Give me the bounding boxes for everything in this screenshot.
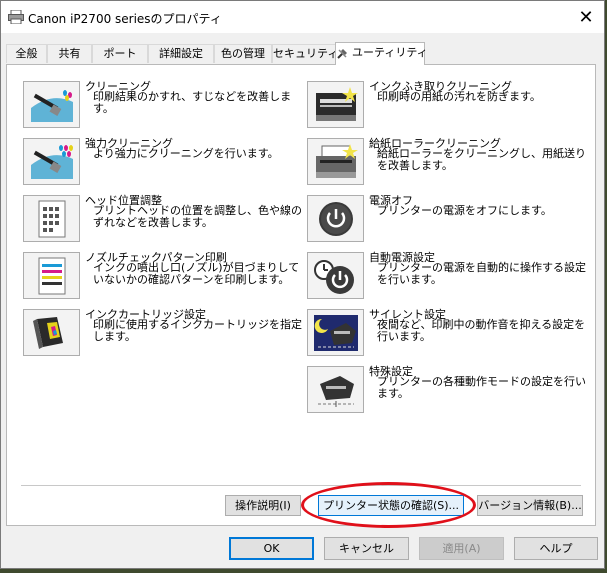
utility-description: インクの噴出し口(ノズル)が目づまりしていないかの確認パターンを印刷します。 bbox=[93, 261, 300, 286]
tools-icon bbox=[337, 48, 347, 59]
tab-security[interactable]: セキュリティ bbox=[272, 44, 338, 63]
print-head-alignment-icon bbox=[38, 200, 65, 237]
utility-description: プリンターの各種動作モードの設定を行います。 bbox=[377, 375, 586, 400]
separator-line bbox=[21, 485, 581, 486]
tab-advanced[interactable]: 詳細設定 bbox=[148, 44, 214, 63]
tab-ports[interactable]: ポート bbox=[92, 44, 148, 63]
ink-cartridge-icon bbox=[32, 316, 63, 349]
ink-cartridge-button[interactable] bbox=[23, 309, 80, 356]
nozzle-check-pattern-icon bbox=[38, 257, 65, 294]
custom-settings-button[interactable] bbox=[307, 366, 364, 413]
nozzle-check-button[interactable] bbox=[23, 252, 80, 299]
tab-color-management[interactable]: 色の管理 bbox=[214, 44, 272, 63]
utility-description: より強力にクリーニングを行います。 bbox=[93, 147, 279, 160]
cleaning-button[interactable] bbox=[23, 81, 80, 128]
utility-description: プリンターの電源を自動的に操作する設定を行います。 bbox=[377, 261, 586, 286]
close-button[interactable]: ✕ bbox=[574, 5, 598, 29]
power-off-icon bbox=[318, 201, 353, 236]
manual-button[interactable]: 操作説明(I) bbox=[225, 495, 301, 516]
utility-panel: クリーニング 印刷結果のかすれ、すじなどを改善します。 強力クリーニング より強… bbox=[6, 64, 596, 526]
bottom-plate-cleaning-button[interactable] bbox=[307, 81, 364, 128]
tab-sharing[interactable]: 共有 bbox=[47, 44, 92, 63]
window-title: Canon iP2700 seriesのプロパティ bbox=[28, 12, 222, 26]
printer-status-button[interactable]: プリンター状態の確認(S)... bbox=[318, 495, 464, 516]
roller-cleaning-button[interactable] bbox=[307, 138, 364, 185]
utility-description: プリンターの電源をオフにします。 bbox=[377, 204, 552, 217]
bottom-plate-cleaning-icon bbox=[315, 86, 358, 121]
utility-description: 給紙ローラーをクリーニングし、用紙送りを改善します。 bbox=[377, 147, 586, 172]
utility-description: プリントヘッドの位置を調整し、色や線のずれなどを改善します。 bbox=[93, 204, 302, 229]
power-off-button[interactable] bbox=[307, 195, 364, 242]
head-alignment-button[interactable] bbox=[23, 195, 80, 242]
apply-button[interactable]: 適用(A) bbox=[419, 537, 504, 560]
utility-description: 夜間など、印刷中の動作音を抑える設定を行います。 bbox=[377, 318, 586, 343]
roller-cleaning-icon bbox=[315, 143, 358, 178]
utility-description: 印刷に使用するインクカートリッジを指定します。 bbox=[93, 318, 302, 343]
utility-description: 印刷結果のかすれ、すじなどを改善します。 bbox=[93, 90, 292, 115]
quiet-mode-button[interactable] bbox=[307, 309, 364, 356]
title-bar[interactable]: Canon iP2700 seriesのプロパティ ✕ bbox=[1, 1, 604, 33]
tab-utility[interactable]: ユーティリティ bbox=[335, 42, 428, 65]
ok-button[interactable]: OK bbox=[229, 537, 314, 560]
quiet-mode-icon bbox=[313, 314, 358, 351]
auto-power-icon bbox=[313, 259, 354, 294]
help-button[interactable]: ヘルプ bbox=[514, 537, 598, 560]
deep-cleaning-button[interactable] bbox=[23, 138, 80, 185]
utility-description: 印刷時の用紙の汚れを防ぎます。 bbox=[377, 90, 541, 103]
close-icon: ✕ bbox=[578, 6, 594, 28]
cancel-button[interactable]: キャンセル bbox=[324, 537, 409, 560]
deep-cleaning-brush-icon bbox=[30, 144, 73, 179]
printer-properties-window: Canon iP2700 seriesのプロパティ ✕ 全般 共有 ポート 詳細… bbox=[0, 0, 605, 569]
printer-icon bbox=[8, 10, 24, 24]
auto-power-button[interactable] bbox=[307, 252, 364, 299]
custom-settings-icon bbox=[317, 375, 354, 407]
version-info-button[interactable]: バージョン情報(B)... bbox=[477, 495, 583, 516]
cleaning-brush-icon bbox=[30, 89, 73, 122]
tab-general[interactable]: 全般 bbox=[6, 44, 47, 63]
